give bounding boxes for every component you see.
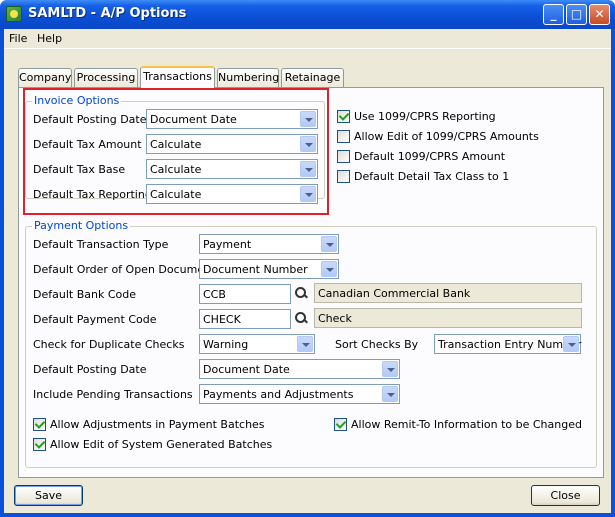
chevron-down-icon[interactable] bbox=[321, 236, 337, 252]
window-title: SAMLTD - A/P Options bbox=[28, 6, 187, 21]
payment-code-desc-text: Check bbox=[318, 312, 352, 325]
payment-options-title: Payment Options bbox=[32, 219, 131, 232]
dup-checks-value: Warning bbox=[203, 338, 249, 351]
pending-trans-label: Include Pending Transactions bbox=[33, 388, 193, 401]
chevron-down-icon[interactable] bbox=[382, 361, 398, 377]
default-1099-amount-checkbox[interactable] bbox=[337, 150, 350, 163]
payment-posting-date-value: Document Date bbox=[203, 363, 290, 376]
payment-code-label: Default Payment Code bbox=[33, 313, 157, 326]
order-open-docs-select[interactable]: Document Number bbox=[199, 259, 339, 279]
app-icon bbox=[6, 6, 22, 22]
order-open-docs-label: Default Order of Open Documents bbox=[33, 263, 222, 276]
trans-type-select[interactable]: Payment bbox=[199, 234, 339, 254]
allow-adjustments-checkbox[interactable] bbox=[33, 418, 46, 431]
default-detail-tax-class-checkbox[interactable] bbox=[337, 170, 350, 183]
chevron-down-icon[interactable] bbox=[382, 386, 398, 402]
default-1099-amount-label: Default 1099/CPRS Amount bbox=[354, 150, 506, 163]
menu-bar: File Help bbox=[4, 29, 611, 49]
allow-edit-1099-label: Allow Edit of 1099/CPRS Amounts bbox=[354, 130, 539, 143]
title-bar[interactable]: SAMLTD - A/P Options _ □ ✕ bbox=[0, 0, 615, 29]
trans-type-value: Payment bbox=[203, 238, 252, 251]
payment-code-value: CHECK bbox=[203, 313, 241, 326]
tab-transactions[interactable]: Transactions bbox=[140, 66, 215, 88]
allow-remit-checkbox[interactable] bbox=[334, 418, 347, 431]
default-detail-tax-class-label: Default Detail Tax Class to 1 bbox=[354, 170, 510, 183]
chevron-down-icon[interactable] bbox=[297, 336, 313, 352]
payment-posting-date-label: Default Posting Date bbox=[33, 363, 147, 376]
menu-help[interactable]: Help bbox=[37, 32, 62, 45]
tab-numbering[interactable]: Numbering bbox=[217, 68, 279, 87]
window: SAMLTD - A/P Options _ □ ✕ File Help Com… bbox=[0, 0, 615, 517]
bank-code-input[interactable]: CCB bbox=[199, 284, 291, 304]
allow-adjustments-label: Allow Adjustments in Payment Batches bbox=[50, 418, 265, 431]
sort-checks-label: Sort Checks By bbox=[335, 338, 419, 351]
payment-code-search-icon[interactable] bbox=[291, 309, 311, 329]
dup-checks-label: Check for Duplicate Checks bbox=[33, 338, 185, 351]
tab-retainage[interactable]: Retainage bbox=[281, 68, 344, 87]
dup-checks-select[interactable]: Warning bbox=[199, 334, 315, 354]
allow-edit-1099-checkbox[interactable] bbox=[337, 130, 350, 143]
bank-code-search-icon[interactable] bbox=[291, 284, 311, 304]
minimize-button[interactable]: _ bbox=[543, 4, 564, 25]
pending-trans-value: Payments and Adjustments bbox=[203, 388, 354, 401]
transactions-panel: Invoice Options Default Posting Date Doc… bbox=[18, 87, 604, 478]
pending-trans-select[interactable]: Payments and Adjustments bbox=[199, 384, 400, 404]
payment-posting-date-select[interactable]: Document Date bbox=[199, 359, 400, 379]
dialog-client: File Help Company Processing Transaction… bbox=[4, 29, 611, 513]
order-open-docs-value: Document Number bbox=[203, 263, 308, 276]
bank-code-value: CCB bbox=[203, 288, 226, 301]
close-window-button[interactable]: ✕ bbox=[589, 4, 610, 25]
bank-code-label: Default Bank Code bbox=[33, 288, 136, 301]
highlight-box bbox=[23, 88, 329, 215]
maximize-button[interactable]: □ bbox=[566, 4, 587, 25]
allow-edit-system-label: Allow Edit of System Generated Batches bbox=[50, 438, 273, 451]
bank-code-desc-text: Canadian Commercial Bank bbox=[318, 287, 471, 300]
allow-remit-label: Allow Remit-To Information to be Changed bbox=[351, 418, 582, 431]
trans-type-label: Default Transaction Type bbox=[33, 238, 169, 251]
allow-edit-system-checkbox[interactable] bbox=[33, 438, 46, 451]
payment-code-input[interactable]: CHECK bbox=[199, 309, 291, 329]
close-icon: ✕ bbox=[594, 7, 605, 21]
chevron-down-icon[interactable] bbox=[321, 261, 337, 277]
tab-processing[interactable]: Processing bbox=[74, 68, 138, 87]
menu-file[interactable]: File bbox=[9, 32, 27, 45]
tab-company[interactable]: Company bbox=[18, 68, 72, 87]
chevron-down-icon[interactable] bbox=[563, 336, 579, 352]
payment-code-description: Check bbox=[314, 308, 582, 328]
sort-checks-select[interactable]: Transaction Entry Number bbox=[434, 334, 581, 354]
minimize-icon: _ bbox=[550, 7, 557, 21]
bank-code-description: Canadian Commercial Bank bbox=[314, 283, 582, 303]
sort-checks-value: Transaction Entry Number bbox=[438, 338, 582, 351]
use-1099-checkbox[interactable] bbox=[337, 110, 350, 123]
save-button[interactable]: Save bbox=[14, 485, 83, 506]
use-1099-label: Use 1099/CPRS Reporting bbox=[354, 110, 496, 123]
close-button[interactable]: Close bbox=[531, 485, 600, 506]
maximize-icon: □ bbox=[570, 7, 583, 21]
